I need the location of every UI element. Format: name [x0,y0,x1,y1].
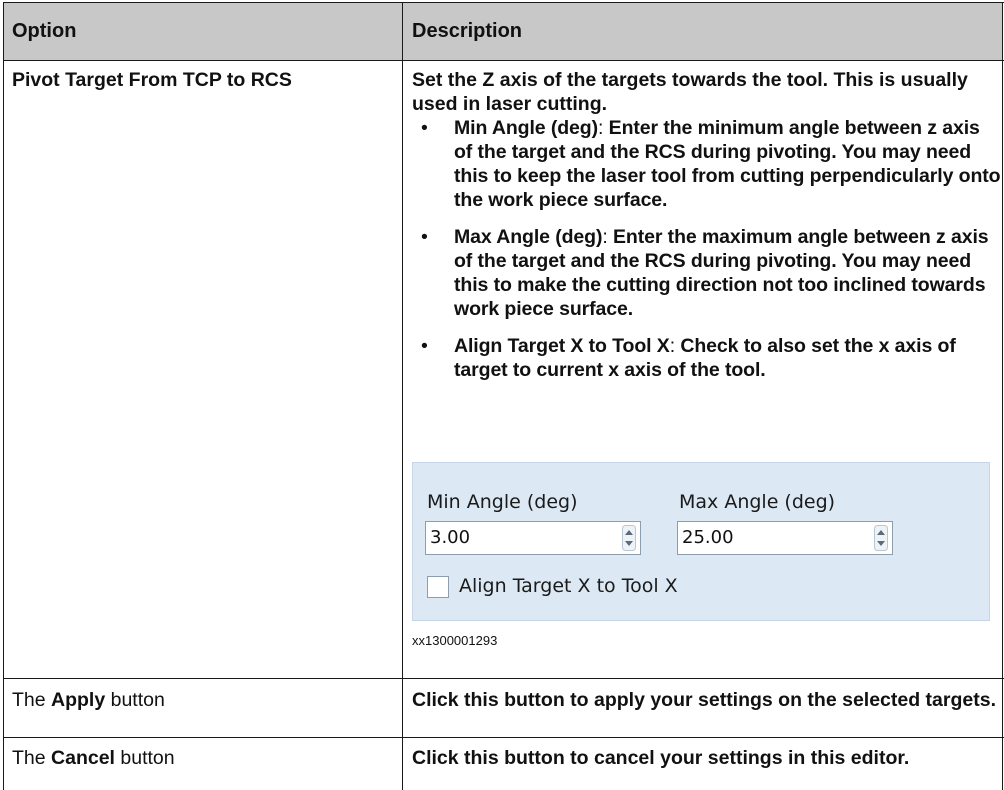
options-table: Option Description Pivot Target From TCP… [0,0,1004,790]
cancel-description: Click this button to cancel your setting… [412,747,910,769]
apply-description: Click this button to apply your settings… [412,689,997,711]
grid-line [3,2,4,790]
max-angle-spinbox[interactable]: 25.00 [677,521,893,555]
bullet-dot-icon: • [421,226,428,248]
header-description: Description [412,20,523,42]
min-angle-value: 3.00 [430,527,471,548]
spin-arrows-icon[interactable] [874,525,888,551]
align-target-checkbox[interactable] [427,576,449,598]
grid-line [3,737,1004,738]
header-option: Option [12,20,77,42]
grid-line [3,678,1004,679]
bullet-align-target: • Align Target X to Tool X: Check to also… [421,335,956,381]
spin-arrows-icon[interactable] [622,525,636,551]
bullet-dot-icon: • [421,117,428,139]
option-pivot-target: Pivot Target From TCP to RCS [12,69,292,91]
option-apply-button: The Apply button [12,689,165,711]
pivot-bullet-list: • Min Angle (deg): Enter the minimum angl… [421,116,1002,395]
min-angle-label: Min Angle (deg) [427,491,578,513]
max-angle-label: Max Angle (deg) [679,491,836,513]
grid-line [3,2,1004,3]
option-cancel-button: The Cancel button [12,747,175,769]
grid-line [402,2,403,790]
grid-line [1002,2,1003,790]
grid-line [3,60,1004,61]
bullet-dot-icon: • [421,335,428,357]
pivot-intro: Set the Z axis of the targets towards th… [412,69,968,115]
max-angle-value: 25.00 [682,527,734,548]
figure-caption: xx1300001293 [412,633,498,648]
align-target-label: Align Target X to Tool X [459,575,678,597]
bullet-max-angle: • Max Angle (deg): Enter the maximum angl… [421,226,989,320]
bullet-min-angle: • Min Angle (deg): Enter the minimum angl… [421,117,1001,211]
min-angle-spinbox[interactable]: 3.00 [425,521,641,555]
pivot-dialog-screenshot: Min Angle (deg) Max Angle (deg) 3.00 25.… [412,462,990,621]
